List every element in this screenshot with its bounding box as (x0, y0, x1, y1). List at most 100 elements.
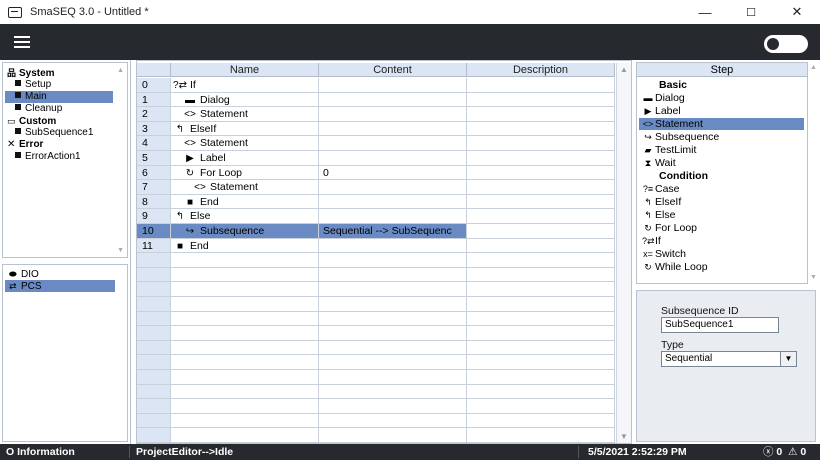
subsequence-id-input[interactable]: SubSequence1 (661, 317, 779, 333)
scroll-down-icon[interactable]: ▼ (117, 247, 124, 254)
step-item[interactable]: ↪ Subsequence (639, 131, 804, 143)
name-cell[interactable] (171, 384, 319, 400)
table-row[interactable]: 9 ↰ Else (137, 209, 617, 224)
description-cell[interactable] (467, 194, 615, 210)
table-row[interactable] (137, 370, 617, 385)
description-cell[interactable] (467, 311, 615, 327)
error-count[interactable]: ⓧ 0 (763, 444, 782, 460)
content-cell[interactable] (319, 384, 467, 400)
content-cell[interactable] (319, 136, 467, 151)
name-cell[interactable] (171, 399, 319, 414)
table-row[interactable]: 10 ↪ Subsequence Sequential --> SubSequenc (137, 224, 617, 239)
name-cell[interactable]: ↰ ElseIf (171, 121, 319, 137)
step-item[interactable]: ▰ TestLimit (639, 144, 804, 156)
step-item[interactable]: ⧗ Wait (639, 157, 804, 169)
chevron-down-icon[interactable]: ▼ (780, 352, 796, 366)
description-cell[interactable] (467, 384, 615, 400)
content-cell[interactable] (319, 399, 467, 414)
table-row[interactable] (137, 267, 617, 283)
description-cell[interactable] (467, 355, 615, 370)
content-cell[interactable] (319, 121, 467, 137)
table-row[interactable] (137, 384, 617, 400)
table-row[interactable] (137, 399, 617, 414)
scroll-up-icon[interactable]: ▲ (810, 64, 817, 71)
content-cell[interactable] (319, 355, 467, 370)
information-status[interactable]: O Information (6, 444, 75, 460)
table-row[interactable] (137, 297, 617, 312)
description-cell[interactable] (467, 180, 615, 195)
menu-icon[interactable] (14, 36, 30, 48)
name-cell[interactable]: ▬ Dialog (171, 92, 319, 108)
tree-item-setup[interactable]: Setup (5, 79, 113, 91)
description-cell[interactable] (467, 326, 615, 341)
name-cell[interactable]: ■ End (171, 194, 319, 210)
content-cell[interactable] (319, 209, 467, 224)
description-cell[interactable] (467, 209, 615, 224)
table-row[interactable]: 1 ▬ Dialog (137, 92, 617, 108)
description-cell[interactable] (467, 107, 615, 122)
content-cell[interactable] (319, 267, 467, 283)
name-cell[interactable]: ?⇄ If (171, 78, 319, 93)
warning-count[interactable]: ⚠ 0 (788, 444, 806, 460)
description-cell[interactable] (467, 121, 615, 137)
description-cell[interactable] (467, 224, 615, 239)
tree-group-system[interactable]: 品 System (7, 67, 55, 79)
table-row[interactable]: 2 <> Statement (137, 107, 617, 122)
scroll-down-icon[interactable]: ▼ (810, 274, 817, 281)
tree-group-error[interactable]: ✕ Error (7, 139, 43, 151)
step-item[interactable]: ?⇄ If (639, 235, 804, 247)
description-cell[interactable] (467, 399, 615, 414)
description-cell[interactable] (467, 136, 615, 151)
step-item[interactable]: ↰ Else (639, 209, 804, 221)
name-cell[interactable] (171, 355, 319, 370)
grid-scrollbar[interactable]: ▲ ▼ (616, 63, 631, 443)
step-item[interactable]: ▶ Label (639, 105, 804, 117)
name-cell[interactable] (171, 311, 319, 327)
description-cell[interactable] (467, 370, 615, 385)
scroll-down-icon[interactable]: ▼ (620, 432, 628, 441)
content-cell[interactable] (319, 253, 467, 268)
step-item[interactable]: x= Switch (639, 248, 804, 260)
description-cell[interactable] (467, 267, 615, 283)
content-cell[interactable]: Sequential --> SubSequenc (319, 224, 467, 239)
tree-item-cleanup[interactable]: Cleanup (5, 103, 113, 115)
content-cell[interactable] (319, 180, 467, 195)
close-button[interactable]: ✕ (774, 0, 820, 24)
table-row[interactable]: 7 <> Statement (137, 180, 617, 195)
table-row[interactable]: 8 ■ End (137, 194, 617, 210)
name-cell[interactable]: ↪ Subsequence (171, 224, 319, 239)
content-cell[interactable] (319, 413, 467, 429)
theme-toggle[interactable] (764, 35, 808, 53)
table-row[interactable] (137, 428, 617, 443)
name-cell[interactable]: ■ End (171, 238, 319, 254)
description-cell[interactable] (467, 238, 615, 254)
description-cell[interactable] (467, 151, 615, 166)
step-item[interactable]: ↻ While Loop (639, 261, 804, 273)
table-row[interactable]: 5 ▶ Label (137, 151, 617, 166)
table-row[interactable] (137, 311, 617, 327)
tree-item-subsequence1[interactable]: SubSequence1 (5, 127, 113, 139)
tree-item-erroraction1[interactable]: ErrorAction1 (5, 151, 113, 163)
table-row[interactable]: 3 ↰ ElseIf (137, 121, 617, 137)
description-cell[interactable] (467, 165, 615, 181)
name-cell[interactable] (171, 326, 319, 341)
type-select[interactable]: Sequential ▼ (661, 351, 797, 367)
name-cell[interactable]: <> Statement (171, 180, 319, 195)
table-row[interactable] (137, 413, 617, 429)
content-cell[interactable] (319, 311, 467, 327)
description-cell[interactable] (467, 428, 615, 443)
name-cell[interactable] (171, 297, 319, 312)
description-cell[interactable] (467, 413, 615, 429)
content-cell[interactable] (319, 428, 467, 443)
step-item[interactable]: ↰ ElseIf (639, 196, 804, 208)
description-cell[interactable] (467, 92, 615, 108)
content-cell[interactable] (319, 194, 467, 210)
content-cell[interactable] (319, 238, 467, 254)
name-cell[interactable]: ↻ For Loop (171, 165, 319, 181)
name-cell[interactable] (171, 340, 319, 356)
name-cell[interactable]: <> Statement (171, 107, 319, 122)
name-cell[interactable]: ↰ Else (171, 209, 319, 224)
content-cell[interactable] (319, 297, 467, 312)
name-cell[interactable]: <> Statement (171, 136, 319, 151)
resource-item-pcs[interactable]: ⇄ PCS (5, 280, 115, 292)
